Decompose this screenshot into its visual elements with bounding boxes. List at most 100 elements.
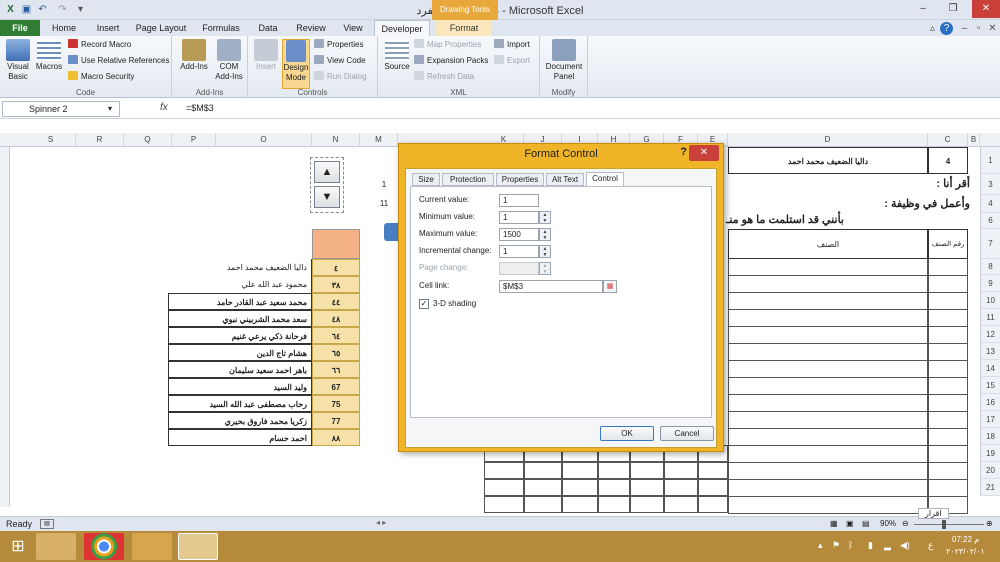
table-row-cell[interactable]	[598, 496, 630, 513]
table-row-cell[interactable]	[728, 293, 928, 310]
tab-alt-text[interactable]: Alt Text	[546, 173, 584, 186]
insert-control-button[interactable]: Insert	[252, 39, 280, 72]
list-number-cell[interactable]: ٤	[312, 259, 360, 276]
language-indicator[interactable]: ع	[928, 540, 933, 551]
maximum-value-spinner[interactable]: ▲ ▼	[539, 228, 551, 241]
row-header-4[interactable]: 4	[980, 195, 1000, 213]
row-header-13[interactable]: 13	[980, 343, 1000, 360]
macros-button[interactable]: Macros	[34, 39, 64, 72]
row-header-18[interactable]: 18	[980, 428, 1000, 445]
sheet-nav-icon[interactable]: ◂ ▸	[376, 518, 386, 527]
spinner-down-button[interactable]: ▼	[314, 186, 340, 208]
map-properties-button[interactable]: Map Properties	[414, 39, 481, 51]
list-name-cell[interactable]: داليا الضعيف محمد احمد	[168, 259, 312, 276]
incremental-change-input[interactable]: 1	[499, 245, 539, 258]
table-row-cell[interactable]	[664, 462, 698, 479]
row-header-21[interactable]: 21	[980, 479, 1000, 496]
dialog-close-button[interactable]: ✕	[689, 145, 719, 161]
page-break-view-icon[interactable]: ▤	[862, 519, 870, 528]
table-row-cell[interactable]	[484, 496, 524, 513]
export-button[interactable]: Export	[494, 55, 530, 67]
list-number-cell[interactable]: ٤٤	[312, 293, 360, 310]
n7-header-cell[interactable]	[312, 229, 360, 259]
list-name-cell[interactable]: وليد السيد	[168, 378, 312, 395]
macro-record-icon[interactable]: ▤	[40, 519, 54, 529]
volume-icon[interactable]: ◀)	[900, 540, 910, 551]
list-number-cell[interactable]: ٦٤	[312, 327, 360, 344]
c1-number-cell[interactable]: 4	[928, 147, 968, 174]
cell-link-input[interactable]: $M$3	[499, 280, 603, 293]
document-panel-button[interactable]: Document Panel	[542, 39, 586, 82]
row-header-3[interactable]: 3	[980, 174, 1000, 195]
item-number-header-cell[interactable]: رقم الصنف	[928, 229, 968, 259]
list-number-cell[interactable]: ٤٨	[312, 310, 360, 327]
column-header-o[interactable]: O	[216, 133, 312, 147]
d1-name-cell[interactable]: داليا الضعيف محمد احمد	[728, 147, 928, 174]
table-row-cell[interactable]	[928, 276, 968, 293]
list-number-cell[interactable]: ٨٨	[312, 429, 360, 446]
tray-flag-icon[interactable]: ⚑	[832, 540, 840, 551]
run-dialog-button[interactable]: Run Dialog	[314, 71, 367, 83]
table-row-cell[interactable]	[728, 497, 928, 514]
row-header-1[interactable]: 1	[980, 147, 1000, 174]
row-header-7[interactable]: 7	[980, 229, 1000, 259]
sheet-tab-iqrar[interactable]: اقرار	[918, 508, 949, 519]
vertical-scrollbar[interactable]	[0, 147, 10, 507]
use-relative-references-button[interactable]: Use Relative References	[68, 55, 169, 67]
table-row-cell[interactable]	[928, 344, 968, 361]
row-header-10[interactable]: 10	[980, 292, 1000, 309]
row-header-15[interactable]: 15	[980, 377, 1000, 394]
record-macro-button[interactable]: Record Macro	[68, 39, 131, 51]
page-change-spinner[interactable]: ▲ ▼	[539, 262, 551, 275]
table-row-cell[interactable]	[524, 462, 562, 479]
table-row-cell[interactable]	[928, 446, 968, 463]
restore-button[interactable]: ❐	[940, 0, 966, 18]
row-header-6[interactable]: 6	[980, 213, 1000, 229]
zoom-level[interactable]: 90%	[880, 519, 896, 528]
cancel-button[interactable]: Cancel	[660, 426, 714, 441]
properties-button[interactable]: Properties	[314, 39, 363, 51]
table-row-cell[interactable]	[630, 462, 664, 479]
network-icon[interactable]: ▂	[884, 540, 891, 551]
table-row-cell[interactable]	[524, 496, 562, 513]
table-row-cell[interactable]	[928, 361, 968, 378]
row-header-8[interactable]: 8	[980, 259, 1000, 275]
tab-properties[interactable]: Properties	[496, 173, 544, 186]
expansion-packs-button[interactable]: Expansion Packs	[414, 55, 488, 67]
table-row-cell[interactable]	[928, 412, 968, 429]
table-row-cell[interactable]	[664, 479, 698, 496]
column-header-d[interactable]: D	[728, 133, 928, 147]
tray-up-arrow-icon[interactable]: ▴	[818, 540, 823, 551]
clock-time[interactable]: 07:22 م	[952, 535, 979, 544]
table-row-cell[interactable]	[484, 479, 524, 496]
table-row-cell[interactable]	[728, 361, 928, 378]
battery-icon[interactable]: ▮	[868, 540, 873, 551]
row-header-19[interactable]: 19	[980, 445, 1000, 462]
list-name-cell[interactable]: هشام تاج الدين	[168, 344, 312, 361]
macro-security-button[interactable]: Macro Security	[68, 71, 134, 83]
refresh-data-button[interactable]: Refresh Data	[414, 71, 474, 83]
table-row-cell[interactable]	[928, 463, 968, 480]
tab-formulas[interactable]: Formulas	[196, 20, 246, 36]
tab-page-layout[interactable]: Page Layout	[132, 20, 190, 36]
table-row-cell[interactable]	[698, 496, 728, 513]
table-row-cell[interactable]	[728, 446, 928, 463]
list-number-cell[interactable]: ٦٦	[312, 361, 360, 378]
column-header-q[interactable]: Q	[124, 133, 172, 147]
tab-protection[interactable]: Protection	[442, 173, 494, 186]
list-number-cell[interactable]: ٦٥	[312, 344, 360, 361]
minimize-ribbon-icon[interactable]: ▵	[926, 22, 939, 35]
row-header-17[interactable]: 17	[980, 411, 1000, 428]
normal-view-icon[interactable]: ▦	[830, 519, 838, 528]
chrome-icon[interactable]	[84, 533, 124, 560]
spinner-up-button[interactable]: ▲	[314, 161, 340, 183]
table-row-cell[interactable]	[928, 310, 968, 327]
window-restore-icon[interactable]: ▫	[972, 22, 985, 35]
dialog-help-button[interactable]: ?	[680, 146, 687, 158]
row-header-12[interactable]: 12	[980, 326, 1000, 343]
column-header-s[interactable]: S	[26, 133, 76, 147]
view-code-button[interactable]: View Code	[314, 55, 366, 67]
list-name-cell[interactable]: رحاب مصطفى عبد الله السيد	[168, 395, 312, 412]
table-row-cell[interactable]	[728, 412, 928, 429]
tab-home[interactable]: Home	[44, 20, 84, 36]
